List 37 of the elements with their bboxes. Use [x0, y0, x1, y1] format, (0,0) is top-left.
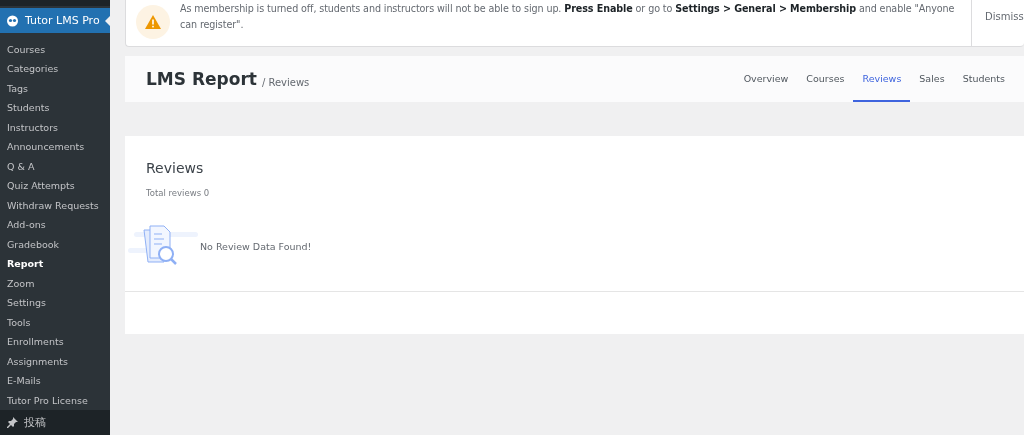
notice-button[interactable]: Dismiss — [972, 0, 1024, 46]
warning-icon — [136, 5, 170, 39]
sidebar-item[interactable]: Students — [0, 98, 110, 118]
sidebar-item[interactable]: Assignments — [0, 351, 110, 372]
menu-label: Tutor LMS Pro — [25, 13, 100, 27]
report-tab[interactable]: Students — [953, 56, 1014, 102]
sidebar-item[interactable]: Instructors — [0, 117, 110, 138]
pin-icon — [7, 417, 18, 429]
report-tab[interactable]: Reviews — [853, 56, 911, 102]
sidebar-item[interactable]: Zoom — [0, 273, 110, 294]
sidebar-menu[interactable]: Tutor LMS Pro — [0, 7, 110, 33]
menu-label[interactable]: 投稿 — [24, 415, 46, 431]
sidebar-item[interactable]: Report — [0, 254, 110, 274]
sidebar-item[interactable]: Enrollments — [0, 332, 110, 352]
total-reviews: Total reviews 0 — [146, 188, 211, 198]
report-tab[interactable]: Courses — [797, 56, 854, 102]
sidebar-item[interactable]: Gradebook — [0, 234, 110, 255]
report-tab[interactable]: Overview — [734, 56, 798, 102]
empty-message: No Review Data Found! — [200, 240, 312, 252]
sidebar-item[interactable]: Withdraw Requests — [0, 195, 110, 216]
notice-message: As membership is turned off, students and instructors will not be able to sign up. Press Enable or go to Settings > General > Membership and enable "Anyone can register". — [180, 2, 956, 32]
sidebar-item[interactable]: Q & A — [0, 156, 110, 177]
owl-logo-icon — [6, 13, 19, 27]
sidebar-item[interactable]: Add-ons — [0, 215, 110, 235]
sidebar-item[interactable]: Tags — [0, 78, 110, 99]
report-tab[interactable]: Sales — [910, 56, 954, 102]
sidebar-item[interactable]: Announcements — [0, 137, 110, 157]
card-title: Reviews — [146, 160, 205, 176]
sidebar-item[interactable]: Tools — [0, 312, 110, 333]
breadcrumb: / Reviews — [261, 76, 310, 88]
sidebar-item[interactable]: Quiz Attempts — [0, 176, 110, 196]
page-title: LMS Report — [146, 69, 257, 89]
sidebar-item[interactable]: Tutor Pro License — [0, 390, 110, 411]
sidebar-item[interactable]: Courses — [0, 39, 110, 60]
sidebar-item[interactable]: Categories — [0, 59, 110, 79]
sidebar-item[interactable]: E-Mails — [0, 371, 110, 391]
sidebar-item[interactable]: Settings — [0, 293, 110, 313]
